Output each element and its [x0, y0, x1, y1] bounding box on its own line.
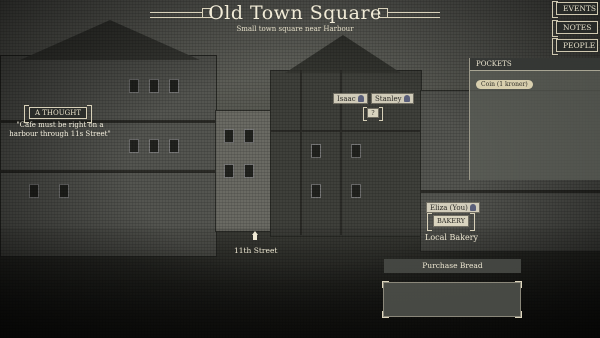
corner-ornament — [382, 311, 389, 318]
character-name: Isaac — [337, 95, 356, 103]
character-name: Stanley — [375, 95, 402, 103]
location-subtitle: Small town square near Harbour — [236, 25, 354, 33]
corner-ornament — [515, 281, 522, 288]
person-icon — [403, 95, 410, 102]
pockets-header: POCKETS — [470, 58, 600, 71]
notes-button[interactable]: NOTES — [552, 20, 598, 37]
pocket-item-coin[interactable]: Coin (1 kroner) — [476, 80, 533, 89]
unknown-marker[interactable]: ? — [363, 107, 383, 121]
page-title: Old Town Square — [208, 2, 382, 24]
person-icon — [469, 204, 476, 211]
character-eliza-you[interactable]: Eliza (You) — [426, 202, 480, 213]
location-local-bakery[interactable]: Local Bakery — [425, 233, 478, 242]
house-icon[interactable] — [251, 231, 259, 241]
events-button[interactable]: EVENTS — [552, 1, 598, 18]
character-stanley[interactable]: Stanley — [371, 93, 414, 104]
corner-ornament — [382, 281, 389, 288]
thought-label: A THOUGHT — [24, 105, 92, 123]
corner-ornament — [515, 311, 522, 318]
location-11th-street[interactable]: 11th Street — [234, 246, 277, 255]
dialog-box — [382, 281, 522, 318]
people-button[interactable]: PEOPLE — [552, 38, 598, 55]
bakery-badge[interactable]: BAKERY — [427, 213, 475, 231]
pockets-panel: POCKETS Coin (1 kroner) — [469, 58, 600, 180]
purchase-bread-button[interactable]: Purchase Bread — [384, 259, 521, 273]
character-name: Eliza (You) — [430, 204, 468, 212]
location-title-banner: Old Town Square — [150, 2, 440, 24]
person-icon — [357, 95, 364, 102]
character-isaac[interactable]: Isaac — [333, 93, 368, 104]
thought-text: "Cafe must be right on a harbour through… — [9, 121, 111, 138]
